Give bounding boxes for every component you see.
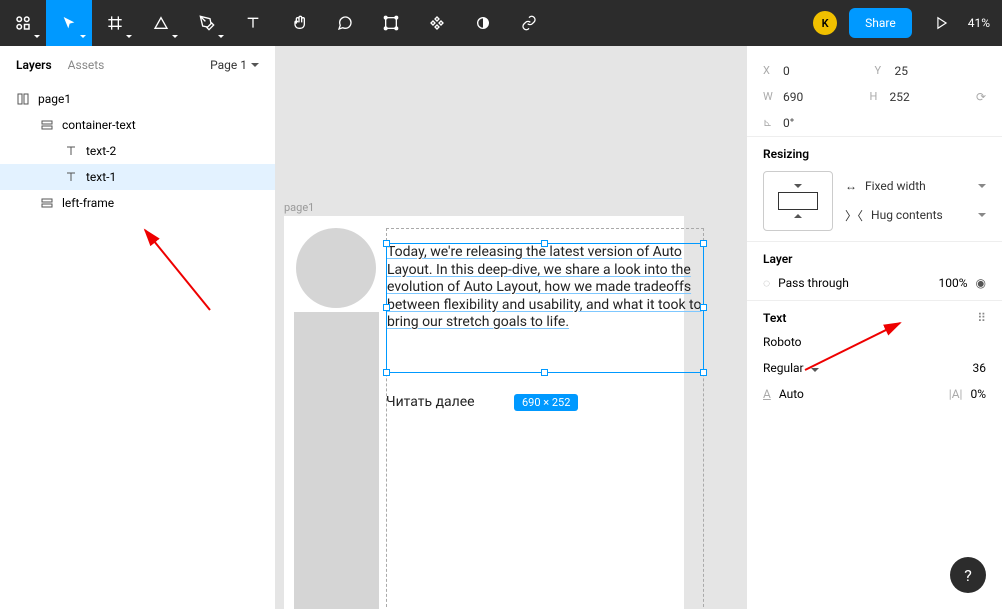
w-label: W: [763, 90, 783, 104]
selected-text-layer[interactable]: Today, we're releasing the latest versio…: [386, 243, 704, 373]
layer-page1[interactable]: page1: [0, 86, 275, 112]
lock-aspect-icon[interactable]: ⟳: [976, 90, 986, 104]
line-height-icon: A: [763, 387, 771, 401]
top-toolbar: K Share 41%: [0, 0, 1002, 46]
text-style-icon[interactable]: ⠿: [977, 311, 986, 325]
frame-name-label[interactable]: page1: [284, 201, 314, 214]
x-label: X: [763, 64, 783, 78]
frame-icon: [40, 196, 54, 210]
avatar-placeholder: [296, 228, 376, 308]
resize-handle-se[interactable]: [700, 369, 707, 376]
h-input[interactable]: 252: [889, 90, 969, 104]
layer-left-frame[interactable]: left-frame: [0, 190, 275, 216]
present-button[interactable]: [924, 5, 960, 41]
y-label: Y: [875, 64, 895, 78]
resize-handle-n[interactable]: [541, 240, 548, 247]
font-weight-dropdown[interactable]: Regular: [763, 361, 973, 375]
share-button[interactable]: Share: [849, 8, 912, 38]
link-icon[interactable]: [506, 0, 552, 46]
frame-icon: [16, 92, 30, 106]
h-label: H: [869, 90, 889, 104]
hand-tool-button[interactable]: [276, 0, 322, 46]
tab-assets[interactable]: Assets: [68, 58, 105, 72]
read-more-text: Читать далее: [386, 394, 475, 410]
layer-section-title: Layer: [763, 252, 986, 266]
text-content: Today, we're releasing the latest versio…: [387, 244, 703, 332]
arrow-h-icon: ↔: [845, 179, 857, 193]
resize-handle-s[interactable]: [541, 369, 548, 376]
layer-label: page1: [38, 92, 71, 106]
comment-tool-button[interactable]: [322, 0, 368, 46]
text-section-title: Text: [763, 311, 786, 325]
layer-label: container-text: [62, 118, 136, 132]
page-selector[interactable]: Page 1: [210, 58, 259, 72]
hug-icon: 〉〈: [845, 207, 863, 224]
tab-layers[interactable]: Layers: [16, 58, 52, 72]
x-input[interactable]: 0: [783, 64, 863, 78]
dimensions-badge: 690 × 252: [514, 394, 578, 411]
y-input[interactable]: 25: [895, 64, 975, 78]
text-icon: [64, 170, 78, 184]
resize-handle-nw[interactable]: [383, 240, 390, 247]
canvas-area[interactable]: page1 Today, we're releasing the latest …: [276, 46, 746, 609]
components-icon[interactable]: [414, 0, 460, 46]
pen-tool-button[interactable]: [184, 0, 230, 46]
letter-spacing-icon: |A|: [949, 387, 963, 401]
user-avatar[interactable]: K: [813, 11, 837, 35]
height-resize-dropdown[interactable]: 〉〈Hug contents: [845, 207, 986, 224]
frame-tool-button[interactable]: [92, 0, 138, 46]
font-size-input[interactable]: 36: [973, 361, 987, 375]
width-resize-dropdown[interactable]: ↔Fixed width: [845, 179, 986, 193]
main-menu-button[interactable]: [0, 0, 46, 46]
resize-handle-ne[interactable]: [700, 240, 707, 247]
layer-text-2[interactable]: text-2: [0, 138, 275, 164]
resize-handle-e[interactable]: [700, 304, 707, 311]
resize-handle-sw[interactable]: [383, 369, 390, 376]
shape-tool-button[interactable]: [138, 0, 184, 46]
blend-mode-dropdown[interactable]: Pass through: [778, 276, 930, 290]
resize-handle-w[interactable]: [383, 304, 390, 311]
zoom-level[interactable]: 41%: [968, 16, 990, 30]
text-tool-button[interactable]: [230, 0, 276, 46]
rotation-icon: ⊾: [763, 116, 783, 130]
layer-container-text[interactable]: container-text: [0, 112, 275, 138]
frame-icon: [40, 118, 54, 132]
left-column-placeholder: [294, 312, 379, 609]
letter-spacing-input[interactable]: 0%: [970, 387, 986, 401]
move-tool-button[interactable]: [46, 0, 92, 46]
help-button[interactable]: ?: [950, 557, 986, 593]
inspector-panel: X0 Y25 W690 H252 ⟳ ⊾0° Resizing ↔Fixed w…: [746, 46, 1002, 609]
font-family-dropdown[interactable]: Roboto: [763, 335, 986, 349]
layer-label: text-2: [86, 144, 116, 158]
resizing-section-title: Resizing: [763, 147, 986, 161]
layer-label: text-1: [86, 170, 116, 184]
bounds-icon[interactable]: [368, 0, 414, 46]
layer-text-1[interactable]: text-1: [0, 164, 275, 190]
page-frame[interactable]: Today, we're releasing the latest versio…: [284, 216, 684, 609]
resize-visual-control[interactable]: [763, 171, 833, 231]
visibility-icon[interactable]: ◉: [976, 276, 986, 290]
opacity-input[interactable]: 100%: [938, 276, 967, 290]
layers-panel: Layers Assets Page 1 page1 container-tex…: [0, 46, 276, 609]
w-input[interactable]: 690: [783, 90, 863, 104]
mask-icon[interactable]: [460, 0, 506, 46]
rotation-input[interactable]: 0°: [783, 116, 863, 130]
text-icon: [64, 144, 78, 158]
layer-label: left-frame: [62, 196, 114, 210]
line-height-input[interactable]: Auto: [779, 387, 941, 401]
blend-icon: ◌: [763, 276, 770, 290]
